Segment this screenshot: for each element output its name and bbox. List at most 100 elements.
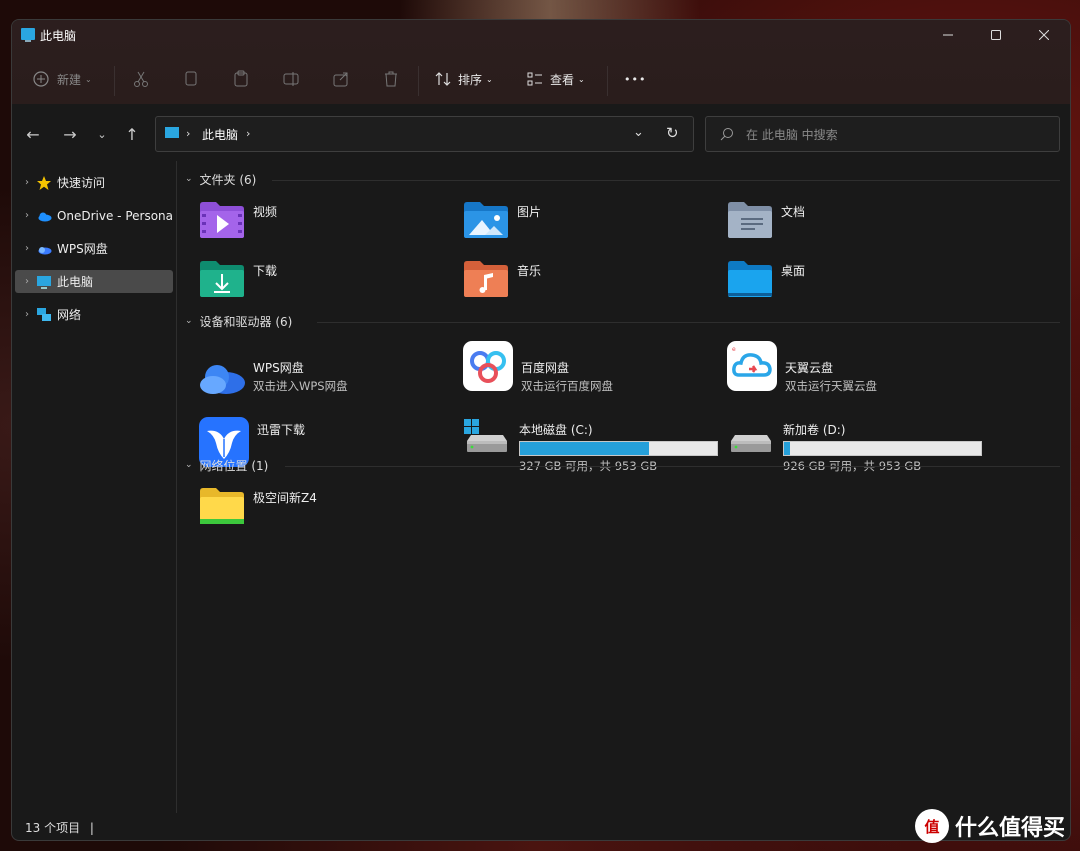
minimize-button[interactable] [924, 20, 972, 50]
network-folder-icon [200, 488, 244, 524]
drive-usage-bar [783, 441, 982, 456]
view-button[interactable]: 查看 ⌄ [527, 66, 585, 92]
sort-icon [435, 72, 451, 86]
more-options-button[interactable]: ••• [624, 66, 646, 92]
hard-drive-icon [731, 435, 771, 452]
chevron-right-icon: › [186, 127, 191, 140]
clipboard-icon [234, 70, 248, 87]
scissors-icon [134, 71, 148, 87]
drive-usage-fill [784, 442, 790, 455]
tile-label: 视频 [253, 205, 278, 219]
close-button[interactable] [1020, 20, 1068, 50]
search-input[interactable]: 在 此电脑 中搜索 [746, 126, 838, 143]
chevron-right-icon: › [25, 243, 29, 254]
chevron-right-icon: › [25, 276, 29, 287]
group-header-devices[interactable]: ⌄ 设备和驱动器 (6) [185, 311, 292, 331]
watermark-text: 什么值得买 [954, 816, 1065, 841]
back-arrow-icon[interactable]: ← [24, 126, 42, 144]
address-dropdown-chevron-icon[interactable]: ⌄ [633, 125, 644, 140]
network-location-zspace[interactable]: 极空间新Z4 [199, 487, 317, 525]
file-explorer-window: 此电脑 新建 ⌄ 排序 ⌄ 查看 ⌄ ••• ← → ⌄ ↑ › 此电脑 › ⌄… [11, 19, 1071, 841]
folder-videos[interactable]: 视频 [199, 201, 277, 239]
group-title: 网络位置 (1) [199, 458, 269, 473]
cut-button[interactable] [132, 66, 150, 92]
navigation-bar: ← → ⌄ ↑ › 此电脑 › ⌄ ↻ 在 此电脑 中搜索 [12, 106, 1070, 161]
chevron-right-icon: › [25, 309, 29, 320]
tile-label: WPS网盘 [253, 361, 304, 375]
chevron-down-icon: ⌄ [85, 74, 92, 84]
maximize-button[interactable] [972, 20, 1020, 50]
forward-arrow-icon[interactable]: → [61, 126, 79, 144]
this-pc-icon [21, 28, 35, 42]
new-button[interactable]: 新建 ⌄ [33, 66, 92, 92]
item-count-text: 13 个项目 [25, 821, 81, 835]
delete-button[interactable] [382, 66, 400, 92]
tile-label: 桌面 [781, 264, 806, 278]
monitor-icon [36, 274, 52, 290]
navigation-pane: › 快速访问 › OneDrive - Persona › WPS网盘 › 此电… [12, 161, 176, 811]
pictures-folder-icon [464, 202, 508, 238]
rename-button[interactable] [282, 66, 300, 92]
sidebar-item-onedrive[interactable]: › OneDrive - Persona [15, 204, 173, 227]
folder-music[interactable]: 音乐 [463, 260, 541, 298]
baidu-netdisk-icon [463, 341, 513, 391]
address-bar[interactable]: › 此电脑 › ⌄ ↻ [155, 116, 694, 152]
group-header-network[interactable]: ⌄ 网络位置 (1) [185, 455, 268, 475]
toolbar-divider [607, 66, 608, 96]
maximize-icon [991, 30, 1001, 40]
plus-circle-icon [33, 71, 49, 87]
copy-button[interactable] [182, 66, 200, 92]
close-icon [1038, 29, 1050, 41]
content-area: ⌄ 文件夹 (6) 视频 图片 文档 下载 音乐 桌面 ⌄ 设备和驱动器 (6)… [177, 161, 1070, 813]
system-drive-icon [464, 419, 507, 452]
group-title: 文件夹 (6) [199, 172, 257, 187]
new-label: 新建 [57, 72, 82, 87]
sidebar-item-quick-access[interactable]: › 快速访问 [15, 171, 173, 194]
device-baidu-netdisk[interactable]: 百度网盘双击运行百度网盘 [463, 341, 613, 394]
up-arrow-icon[interactable]: ↑ [123, 126, 141, 144]
sidebar-item-this-pc[interactable]: › 此电脑 [15, 270, 173, 293]
folder-documents[interactable]: 文档 [727, 201, 805, 239]
sidebar-item-wps[interactable]: › WPS网盘 [15, 237, 173, 260]
rename-icon [283, 72, 299, 86]
chevron-down-icon: ⌄ [185, 316, 193, 326]
chevron-down-icon: ⌄ [578, 74, 585, 84]
tile-label: 下载 [253, 264, 278, 278]
toolbar-divider [114, 66, 115, 96]
drive-usage-bar [519, 441, 718, 456]
tile-subtitle: 双击运行天翼云盘 [785, 379, 877, 393]
status-separator: | [89, 821, 94, 835]
breadcrumb-this-pc[interactable]: 此电脑 [202, 126, 238, 143]
tile-label: 百度网盘 [521, 361, 570, 375]
minimize-icon [943, 34, 953, 36]
paste-button[interactable] [232, 66, 250, 92]
chevron-right-icon: › [24, 210, 29, 221]
refresh-icon[interactable]: ↻ [666, 124, 679, 142]
group-header-folders[interactable]: ⌄ 文件夹 (6) [185, 169, 256, 189]
device-wps-drive[interactable]: WPS网盘 双击进入WPS网盘 [199, 357, 348, 395]
item-count: 13 个项目 | [25, 819, 94, 836]
videos-folder-icon [200, 202, 244, 238]
divider [317, 322, 1060, 323]
svg-text:e: e [732, 346, 736, 353]
tile-label: 文档 [781, 205, 806, 219]
folder-pictures[interactable]: 图片 [463, 201, 541, 239]
recent-locations-chevron-icon[interactable]: ⌄ [93, 126, 111, 144]
group-title: 设备和驱动器 (6) [199, 314, 293, 329]
sidebar-item-label: 快速访问 [57, 176, 106, 190]
share-icon [333, 72, 348, 87]
chevron-right-icon[interactable]: › [246, 127, 250, 140]
chevron-down-icon: ⌄ [185, 460, 193, 470]
device-tianyi-cloud[interactable]: e 天翼云盘 双击运行天翼云盘 [727, 341, 877, 394]
folder-downloads[interactable]: 下载 [199, 260, 277, 298]
trash-icon [385, 71, 397, 87]
title-bar: 此电脑 新建 ⌄ 排序 ⌄ 查看 ⌄ ••• [12, 20, 1070, 104]
tile-subtitle: 双击运行百度网盘 [521, 379, 613, 393]
sidebar-item-label: 网络 [57, 308, 82, 322]
folder-desktop[interactable]: 桌面 [727, 260, 805, 298]
view-icon [527, 72, 542, 86]
share-button[interactable] [332, 66, 350, 92]
sort-button[interactable]: 排序 ⌄ [435, 66, 493, 92]
search-box[interactable]: 在 此电脑 中搜索 [705, 116, 1060, 152]
sidebar-item-network[interactable]: › 网络 [15, 303, 173, 326]
